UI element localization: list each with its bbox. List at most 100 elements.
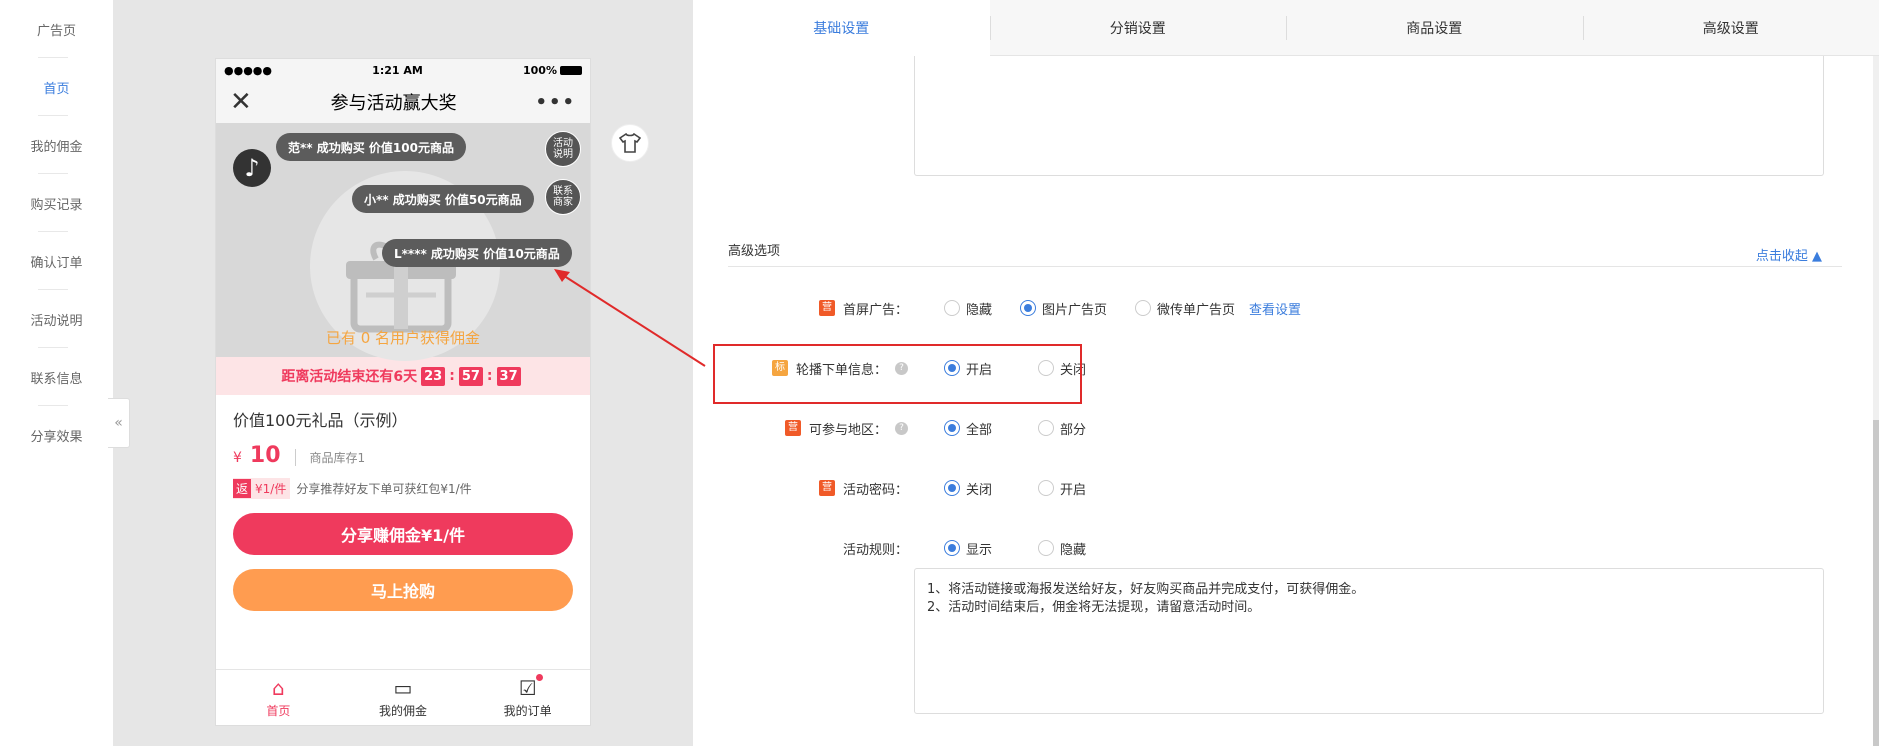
tab-product-settings[interactable]: 商品设置 xyxy=(1286,0,1583,56)
radio-checked-icon xyxy=(944,420,960,436)
password-option-on[interactable]: 开启 xyxy=(1038,479,1086,498)
countdown-minutes: 57 xyxy=(458,366,483,386)
description-textarea[interactable] xyxy=(914,56,1824,176)
left-nav: 广告页 首页 我的佣金 购买记录 确认订单 活动说明 联系信息 分享效果 xyxy=(0,0,113,746)
phone-title-bar: ✕ 参与活动赢大奖 ••• xyxy=(216,81,590,123)
splash-ad-option-flyer[interactable]: 微传单广告页 xyxy=(1135,299,1235,318)
highlight-box xyxy=(713,344,1082,404)
order-bubble-3: L**** 成功购买 价值10元商品 xyxy=(382,239,572,267)
collapse-sidebar-button[interactable]: « xyxy=(108,398,130,448)
notification-dot xyxy=(535,673,543,681)
password-option-off[interactable]: 关闭 xyxy=(944,479,992,498)
tab-basic-settings[interactable]: 基础设置 xyxy=(693,0,990,56)
nav-item-ad-page[interactable]: 广告页 xyxy=(0,0,113,58)
more-icon[interactable]: ••• xyxy=(535,92,576,113)
phone-tab-bar: ⌂ 首页 ▭ 我的佣金 ☑ 我的订单 xyxy=(216,669,590,725)
row-rules: 活动规则： 显示 隐藏 xyxy=(728,536,1114,560)
rules-label: 活动规则： xyxy=(842,542,908,558)
section-divider xyxy=(728,266,1842,267)
order-bubble-1: 范** 成功购买 价值100元商品 xyxy=(276,133,466,161)
home-icon: ⌂ xyxy=(271,675,285,700)
share-commission-button[interactable]: 分享赚佣金¥1/件 xyxy=(233,513,573,555)
phone-tab-commission[interactable]: ▭ 我的佣金 xyxy=(341,670,466,725)
activity-rules-button[interactable]: 活动 说明 xyxy=(545,131,581,167)
price-value: 10 xyxy=(249,443,281,468)
countdown-bar: 距离活动结束还有6天 23: 57: 37 xyxy=(216,357,590,395)
region-option-all[interactable]: 全部 xyxy=(944,419,992,438)
region-label: 可参与地区： xyxy=(808,422,887,438)
rules-option-show[interactable]: 显示 xyxy=(944,539,992,558)
joined-users-text: 已有 0 名用户获得佣金 xyxy=(325,329,481,347)
tab-distribution-settings[interactable]: 分销设置 xyxy=(989,0,1286,56)
close-icon[interactable]: ✕ xyxy=(230,89,252,115)
splash-ad-label: 首屏广告： xyxy=(842,302,908,318)
activity-banner: ♪ 范** 成功购买 价值100元商品 小** 成功购买 价值50元商品 L**… xyxy=(216,123,590,361)
radio-icon xyxy=(1038,540,1055,556)
radio-checked-icon xyxy=(944,540,960,556)
contact-merchant-button[interactable]: 联系 商家 xyxy=(545,179,581,215)
view-settings-link[interactable]: 查看设置 xyxy=(1249,299,1301,318)
radio-icon xyxy=(1135,300,1152,316)
phone-page-title: 参与活动赢大奖 xyxy=(330,93,457,114)
nav-item-activity-info[interactable]: 活动说明 xyxy=(0,290,113,348)
region-option-partial[interactable]: 部分 xyxy=(1038,419,1086,438)
nav-item-share-effect[interactable]: 分享效果 xyxy=(0,406,113,464)
rebate-icon: 返 xyxy=(233,479,252,498)
splash-ad-option-hide[interactable]: 隐藏 xyxy=(944,299,992,318)
currency-symbol: ¥ xyxy=(233,450,242,466)
advanced-options-title: 高级选项 xyxy=(728,244,781,259)
radio-checked-icon xyxy=(1020,300,1037,316)
product-info: 价值100元礼品（示例） ¥ 10 商品库存1 返 ¥1/件 分享推荐好友下单可获… xyxy=(216,395,590,611)
rules-line-2: 2、活动时间结束后，佣金将无法提现，请留意活动时间。 xyxy=(927,600,1261,615)
music-icon[interactable]: ♪ xyxy=(233,149,271,187)
phone-tab-home[interactable]: ⌂ 首页 xyxy=(216,670,341,725)
product-price: ¥ 10 商品库存1 xyxy=(233,443,573,468)
countdown-hours: 23 xyxy=(421,366,446,386)
nav-item-confirm-order[interactable]: 确认订单 xyxy=(0,232,113,290)
tab-advanced-settings[interactable]: 高级设置 xyxy=(1582,0,1879,56)
rules-option-hide[interactable]: 隐藏 xyxy=(1038,539,1086,558)
nav-item-home[interactable]: 首页 xyxy=(0,58,113,116)
theme-shirt-icon[interactable] xyxy=(611,124,649,162)
marketing-icon: 营 xyxy=(818,300,835,316)
phone-preview: ●●●●● 1:21 AM 100% ✕ 参与活动赢大奖 ••• ♪ 范** 成… xyxy=(215,58,591,726)
battery-icon xyxy=(559,66,582,75)
battery-indicator: 100% xyxy=(523,64,582,77)
row-splash-ad: 营首屏广告： 隐藏 图片广告页 微传单广告页 查看设置 xyxy=(728,296,1301,320)
rules-line-1: 1、将活动链接或海报发送给好友，好友购买商品并完成支付，可获得佣金。 xyxy=(927,582,1365,597)
annotation-arrow xyxy=(554,269,706,367)
nav-item-contact-info[interactable]: 联系信息 xyxy=(0,348,113,406)
row-password: 营活动密码： 关闭 开启 xyxy=(728,476,1114,500)
collapse-advanced-link[interactable]: 点击收起 ▲ xyxy=(1756,245,1822,264)
marketing-icon: 营 xyxy=(818,480,835,496)
wallet-icon: ▭ xyxy=(393,675,413,700)
nav-item-purchase-record[interactable]: 购买记录 xyxy=(0,174,113,232)
password-label: 活动密码： xyxy=(842,482,908,498)
rebate-tag: 返 ¥1/件 xyxy=(233,478,291,499)
settings-tabs: 基础设置 分销设置 商品设置 高级设置 xyxy=(693,0,1879,56)
product-stock: 商品库存1 xyxy=(294,449,365,466)
phone-tab-orders[interactable]: ☑ 我的订单 xyxy=(465,670,590,725)
buy-now-button[interactable]: 马上抢购 xyxy=(233,569,573,611)
rebate-info: 返 ¥1/件 分享推荐好友下单可获红包¥1/件 xyxy=(233,478,573,499)
product-name: 价值100元礼品（示例） xyxy=(233,411,408,430)
countdown-label: 距离活动结束还有6天 xyxy=(281,369,418,385)
row-region: 营可参与地区：? 全部 部分 xyxy=(728,416,1114,440)
help-icon[interactable]: ? xyxy=(895,421,908,435)
phone-status-bar: ●●●●● 1:21 AM 100% xyxy=(216,59,590,81)
rules-textarea[interactable]: 1、将活动链接或海报发送给好友，好友购买商品并完成支付，可获得佣金。 2、活动时… xyxy=(914,568,1824,714)
signal-indicator: ●●●●● xyxy=(224,63,272,77)
marketing-icon: 营 xyxy=(784,420,801,436)
radio-icon xyxy=(1038,420,1055,436)
radio-checked-icon xyxy=(944,480,960,496)
splash-ad-option-image[interactable]: 图片广告页 xyxy=(1020,299,1107,318)
order-icon: ☑ xyxy=(519,673,543,699)
radio-icon xyxy=(944,300,960,316)
rebate-text: 分享推荐好友下单可获红包¥1/件 xyxy=(296,482,472,496)
scrollbar-thumb[interactable] xyxy=(1873,420,1879,746)
radio-icon xyxy=(1038,480,1055,496)
countdown-seconds: 37 xyxy=(496,366,521,386)
order-bubble-2: 小** 成功购买 价值50元商品 xyxy=(352,185,534,213)
nav-item-my-commission[interactable]: 我的佣金 xyxy=(0,116,113,174)
status-time: 1:21 AM xyxy=(372,63,423,77)
